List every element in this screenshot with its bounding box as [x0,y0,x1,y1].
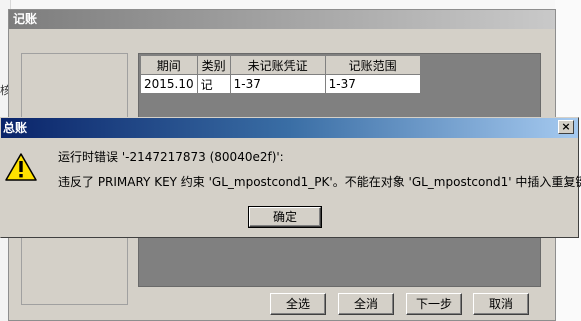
cell-category[interactable]: 记 [196,74,231,94]
close-icon[interactable]: × [558,120,574,134]
cell-posting-range[interactable]: 1-37 [324,74,421,94]
column-header-category[interactable]: 类别 [196,55,231,75]
deselect-all-button[interactable]: 全消 [338,293,394,315]
column-header-posting-range[interactable]: 记账范围 [324,55,421,75]
column-header-unposted-vouchers[interactable]: 未记账凭证 [229,55,326,75]
select-all-button[interactable]: 全选 [270,293,326,315]
error-message-text: 违反了 PRIMARY KEY 约束 'GL_mpostcond1_PK'。不能… [58,175,581,189]
cell-period[interactable]: 2015.10 [140,74,198,94]
column-header-period[interactable]: 期间 [140,55,198,75]
table-row[interactable]: 2015.10 记 1-37 1-37 [140,74,421,94]
ok-button[interactable]: 确定 [248,206,322,228]
posting-window-title[interactable]: 记账 [9,10,555,29]
error-code-text: 运行时错误 '-2147217873 (80040e2f)': [58,150,284,164]
next-step-button[interactable]: 下一步 [406,293,462,315]
error-dialog-title[interactable]: 总账 [1,118,578,138]
cell-unposted-vouchers[interactable]: 1-37 [229,74,326,94]
error-dialog: 总账 × 运行时错误 '-2147217873 (80040e2f)': 违反了… [0,117,581,238]
warning-icon [5,153,37,181]
cancel-button[interactable]: 取消 [473,293,529,315]
posting-table: 期间 类别 未记账凭证 记账范围 2015.10 记 1-37 1-37 [140,55,421,94]
